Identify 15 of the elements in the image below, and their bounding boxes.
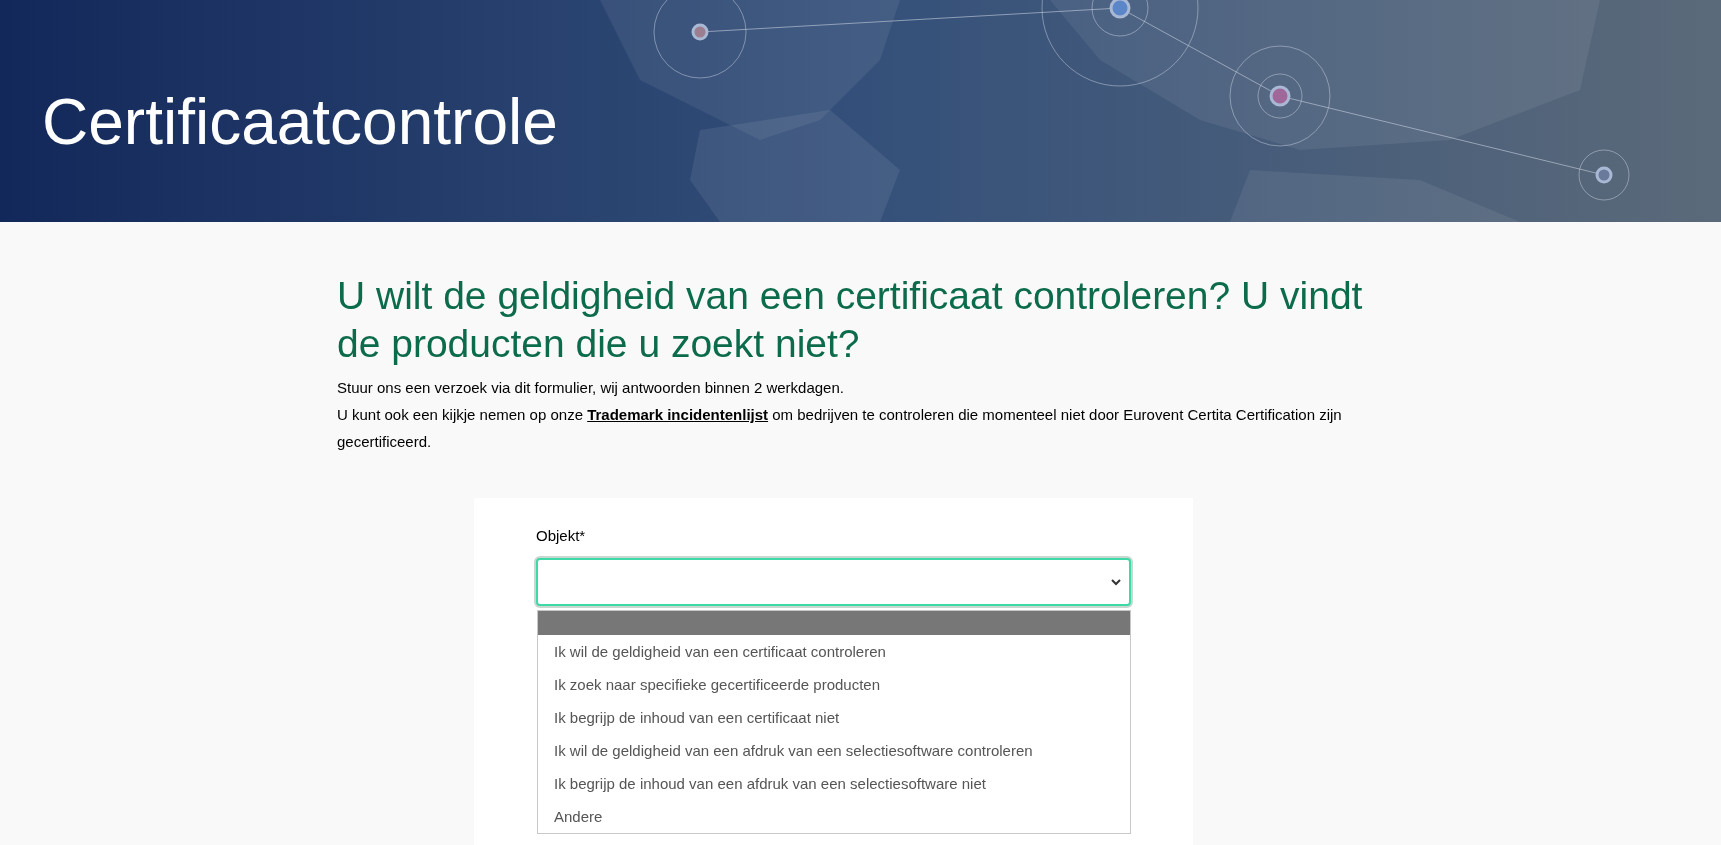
page-heading: U wilt de geldigheid van een certificaat controleren? U vindt de producten die u zoekt niet? (337, 273, 1364, 367)
dropdown-option[interactable]: Ik begrijp de inhoud van een certificaat niet (538, 701, 1130, 734)
page-title: Certificaatcontrole (42, 85, 558, 160)
select-field[interactable] (536, 558, 1131, 606)
chevron-down-icon (1111, 578, 1121, 586)
intro-text: U kunt ook een kijkje nemen op onze Trademark incidentenlijst om bedrijven te controleren die momenteel niet door Eurovent Certita Certification zijn gecertificeerd. (337, 405, 1343, 452)
intro-text: Stuur ons een verzoek via dit formulier, wij antwoorden binnen 2 werkdagen. (337, 378, 845, 398)
dropdown-option[interactable]: Ik zoek naar specifieke gecertificeerde producten (538, 668, 1130, 701)
dropdown-option[interactable]: Andere (538, 800, 1130, 833)
dropdown-option[interactable]: Ik wil de geldigheid van een afdruk van een selectiesoftware controleren (538, 734, 1130, 767)
trademark-link[interactable]: Trademark incidentenlijst (587, 406, 769, 423)
field-label: Objekt* (536, 526, 587, 546)
blank-option[interactable] (538, 611, 1130, 635)
dropdown-option[interactable]: Ik begrijp de inhoud van een afdruk van een selectiesoftware niet (538, 767, 1130, 800)
dropdown-option[interactable]: Ik wil de geldigheid van een certificaat controleren (538, 635, 1130, 668)
